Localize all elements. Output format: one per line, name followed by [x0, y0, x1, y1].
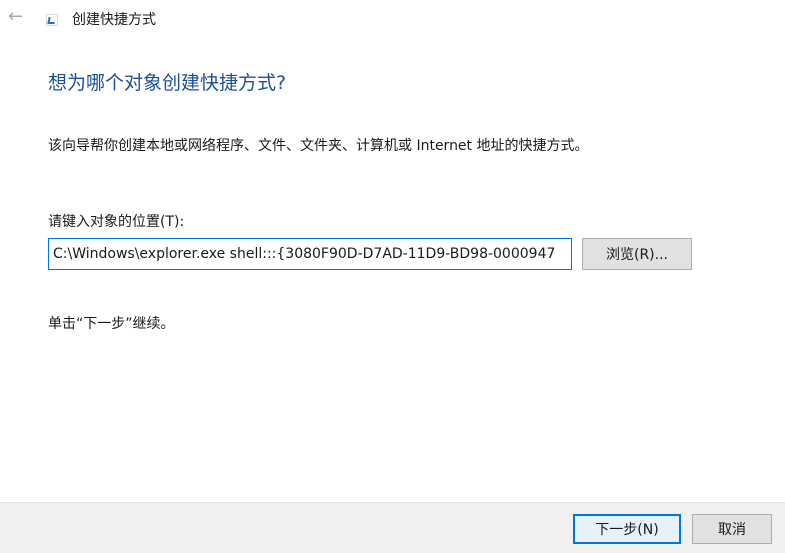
- wizard-description: 该向导帮你创建本地或网络程序、文件、文件夹、计算机或 Internet 地址的快…: [48, 138, 589, 154]
- cancel-button[interactable]: 取消: [692, 514, 772, 544]
- page-heading: 想为哪个对象创建快捷方式?: [48, 72, 287, 94]
- browse-button[interactable]: 浏览(R)...: [582, 238, 692, 270]
- shortcut-icon: [46, 14, 58, 26]
- location-input[interactable]: [48, 238, 572, 270]
- next-button[interactable]: 下一步(N): [573, 514, 681, 544]
- continue-hint: 单击“下一步”继续。: [48, 316, 175, 332]
- footer-bar: 下一步(N) 取消: [0, 502, 785, 553]
- title-bar: ← 创建快捷方式: [0, 0, 785, 40]
- back-arrow-icon[interactable]: ←: [8, 8, 28, 26]
- window-title: 创建快捷方式: [72, 12, 156, 28]
- location-label: 请键入对象的位置(T):: [48, 214, 185, 230]
